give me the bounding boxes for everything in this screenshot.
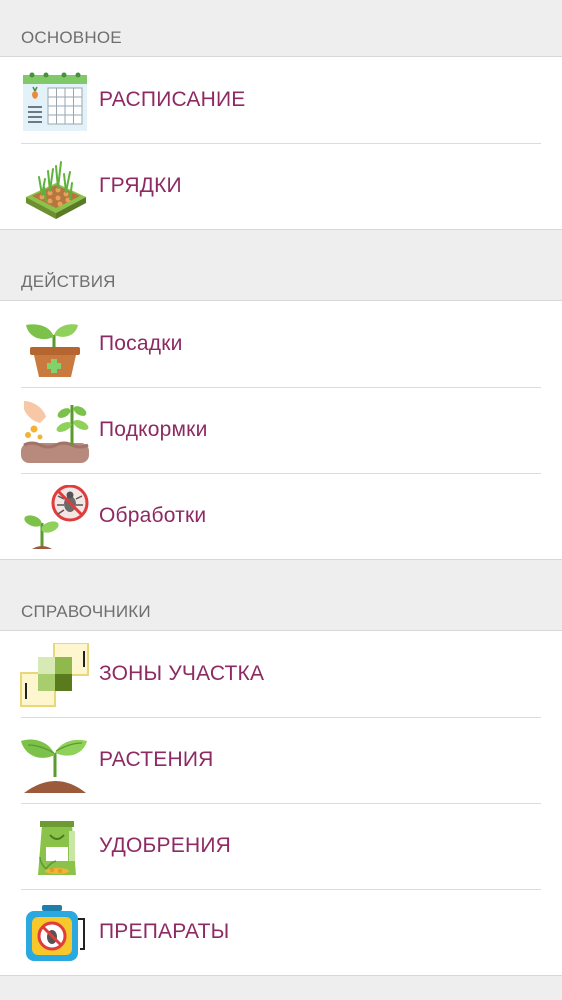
- menu-item-label: Посадки: [99, 332, 183, 355]
- menu-item-label: РАСТЕНИЯ: [99, 748, 214, 771]
- menu-item-treatments[interactable]: Обработки: [0, 473, 562, 559]
- pest-control-icon: [24, 485, 89, 549]
- menu-item-label: ПРЕПАРАТЫ: [99, 920, 230, 943]
- menu-item-label: Подкормки: [99, 418, 208, 441]
- garden-bed-icon: [26, 161, 86, 219]
- menu-item-garden-beds[interactable]: ГРЯДКИ: [0, 143, 562, 229]
- section-header-references: СПРАВОЧНИКИ: [21, 602, 151, 621]
- menu-item-plantings[interactable]: Посадки: [0, 301, 562, 387]
- references-menu-card: ЗОНЫ УЧАСТКА РАСТЕНИЯ УДОБРЕНИЯ ПРЕПАРАТ…: [0, 630, 562, 976]
- sprout-icon: [21, 739, 87, 793]
- plot-zones-icon: [20, 643, 89, 707]
- actions-menu-card: Посадки Подкормки Обработки: [0, 300, 562, 560]
- menu-item-schedule[interactable]: РАСПИСАНИЕ: [0, 57, 562, 143]
- calendar-schedule-icon: [23, 72, 87, 131]
- menu-item-fertilizers[interactable]: УДОБРЕНИЯ: [0, 803, 562, 889]
- menu-item-preparations[interactable]: ПРЕПАРАТЫ: [0, 889, 562, 975]
- section-header-actions: ДЕЙСТВИЯ: [21, 272, 116, 291]
- menu-item-plants[interactable]: РАСТЕНИЯ: [0, 717, 562, 803]
- seedling-pot-icon: [26, 324, 80, 377]
- menu-item-feedings[interactable]: Подкормки: [0, 387, 562, 473]
- menu-item-label: УДОБРЕНИЯ: [99, 834, 231, 857]
- fertilizer-bag-icon: [38, 821, 76, 875]
- menu-item-label: Обработки: [99, 504, 207, 527]
- section-header-main: ОСНОВНОЕ: [21, 28, 122, 47]
- menu-item-plot-zones[interactable]: ЗОНЫ УЧАСТКА: [0, 631, 562, 717]
- menu-item-label: РАСПИСАНИЕ: [99, 88, 246, 111]
- menu-item-label: ЗОНЫ УЧАСТКА: [99, 662, 265, 685]
- menu-item-label: ГРЯДКИ: [99, 174, 182, 197]
- main-menu-card: РАСПИСАНИЕ ГРЯДКИ: [0, 56, 562, 230]
- feeding-hand-icon: [21, 401, 89, 463]
- sprayer-icon: [26, 905, 85, 961]
